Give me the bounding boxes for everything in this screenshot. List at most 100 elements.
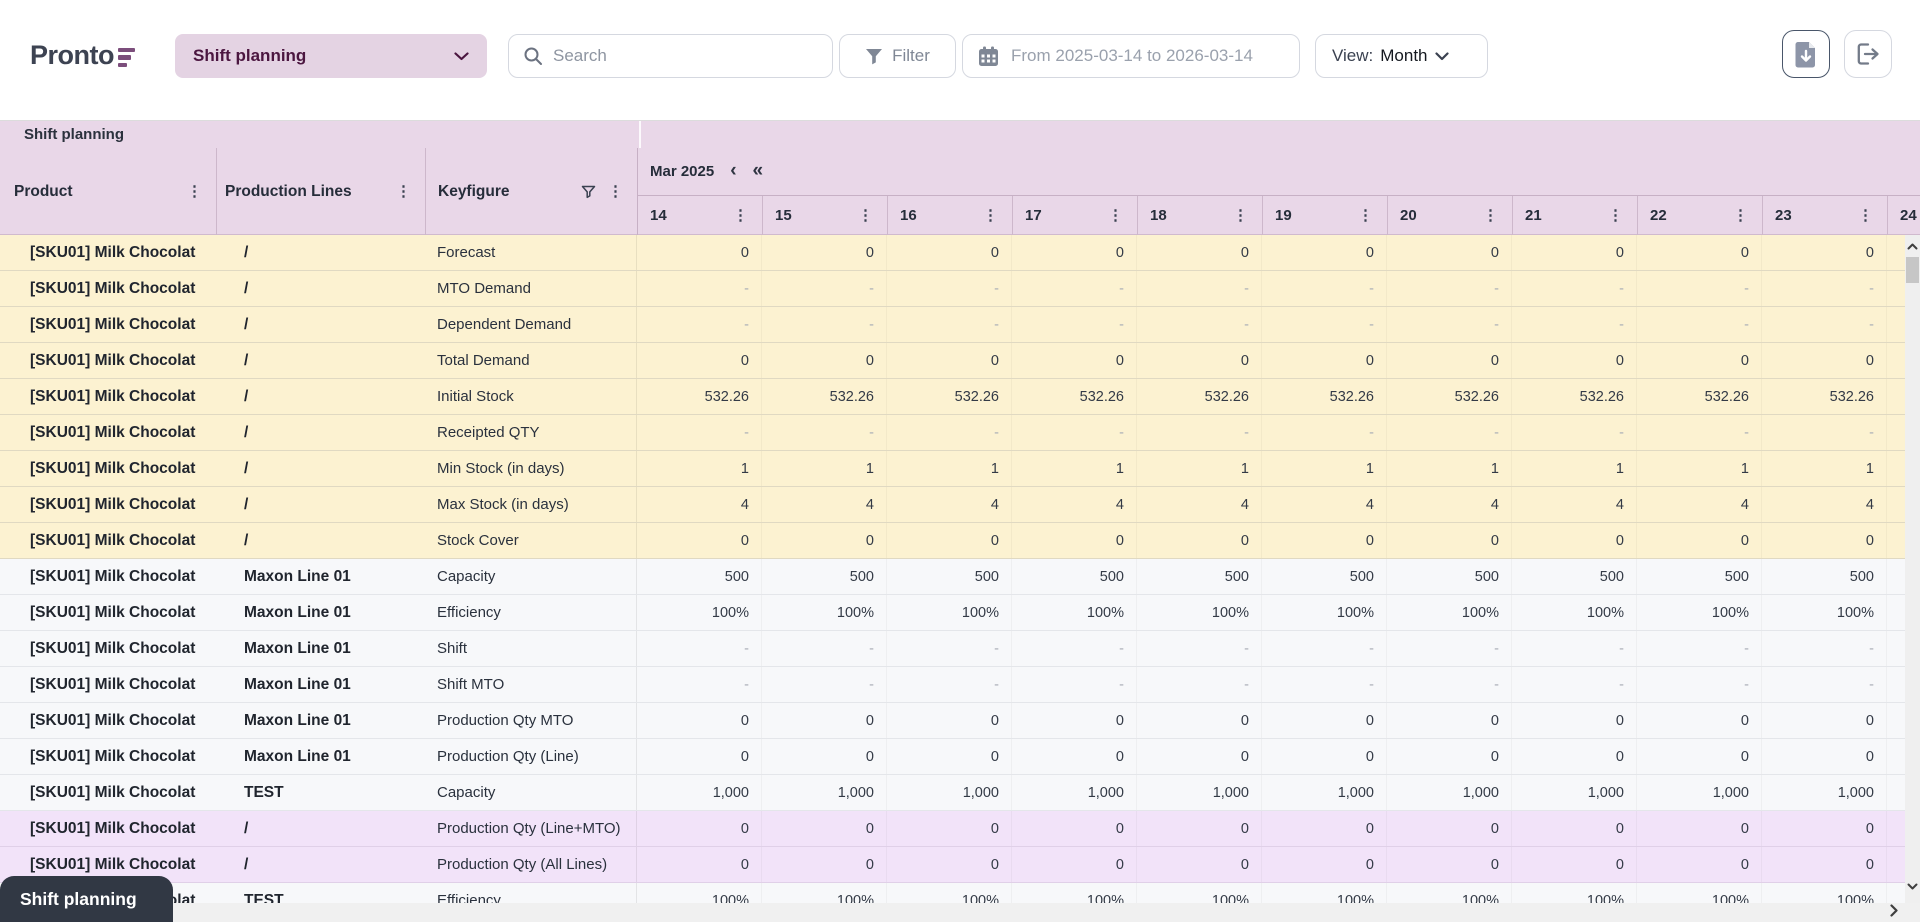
value-cell[interactable]: 0 [1762,703,1887,738]
value-cell[interactable]: 1,000 [1762,775,1887,810]
value-cell[interactable]: 1 [1262,451,1387,486]
value-cell[interactable]: - [1137,307,1262,342]
production-line-cell[interactable]: TEST [216,775,425,810]
value-cell[interactable]: - [887,271,1012,306]
value-cell[interactable]: - [1262,271,1387,306]
value-cell[interactable]: 500 [762,559,887,594]
kebab-menu-icon[interactable]: ⋮ [1608,208,1623,223]
value-cell[interactable]: 100% [1762,883,1887,904]
value-cell[interactable]: 0 [1762,235,1887,270]
value-cell[interactable]: 0 [1262,523,1387,558]
value-cell[interactable]: 1,000 [887,775,1012,810]
value-cell[interactable]: - [887,631,1012,666]
value-cell[interactable]: - [1512,631,1637,666]
value-cell[interactable]: - [1262,307,1387,342]
day-column-header[interactable]: 19 ⋮ [1263,196,1388,235]
value-cell[interactable]: 0 [1512,343,1637,378]
value-cell[interactable]: 0 [762,811,887,846]
scroll-right-icon[interactable] [1890,904,1898,917]
value-cell[interactable]: - [1387,307,1512,342]
production-line-cell[interactable]: / [216,343,425,378]
value-cell[interactable]: 0 [1137,703,1262,738]
value-cell[interactable]: 500 [1137,559,1262,594]
value-cell[interactable]: - [1012,415,1137,450]
value-cell[interactable]: - [637,631,762,666]
value-cell[interactable]: - [1762,271,1887,306]
value-cell[interactable]: 4 [762,487,887,522]
value-cell[interactable]: 100% [1137,883,1262,904]
value-cell[interactable]: - [637,271,762,306]
value-cell[interactable]: - [762,271,887,306]
product-cell[interactable]: [SKU01] Milk Chocolat [0,559,216,594]
product-cell[interactable]: [SKU01] Milk Chocolat [0,631,216,666]
product-cell[interactable]: [SKU01] Milk Chocolat [0,811,216,846]
value-cell[interactable]: 0 [637,523,762,558]
value-cell[interactable]: - [1387,271,1512,306]
value-cell[interactable]: 100% [1637,595,1762,630]
keyfigure-cell[interactable]: Stock Cover [425,523,637,558]
production-line-cell[interactable]: / [216,307,425,342]
product-cell[interactable]: [SKU01] Milk Chocolat [0,343,216,378]
production-line-cell[interactable]: / [216,271,425,306]
value-cell[interactable]: - [1637,667,1762,702]
value-cell[interactable]: 0 [1387,811,1512,846]
scroll-up-icon[interactable] [1905,237,1920,255]
value-cell[interactable]: 0 [1637,523,1762,558]
keyfigure-cell[interactable]: Capacity [425,775,637,810]
value-cell[interactable]: 0 [1512,523,1637,558]
value-cell[interactable]: - [1762,307,1887,342]
production-line-cell[interactable]: Maxon Line 01 [216,667,425,702]
value-cell[interactable]: 0 [637,811,762,846]
value-cell[interactable]: 0 [1012,847,1137,882]
value-cell[interactable]: 4 [1012,487,1137,522]
value-cell[interactable]: 0 [1387,343,1512,378]
vertical-scrollbar[interactable] [1905,235,1920,903]
value-cell[interactable]: - [1512,415,1637,450]
value-cell[interactable]: 532.26 [887,379,1012,414]
value-cell[interactable]: 100% [637,883,762,904]
value-cell[interactable]: 532.26 [1387,379,1512,414]
value-cell[interactable]: 0 [1762,343,1887,378]
production-line-cell[interactable]: / [216,379,425,414]
product-cell[interactable]: [SKU01] Milk Chocolat [0,307,216,342]
keyfigure-cell[interactable]: Min Stock (in days) [425,451,637,486]
value-cell[interactable]: 532.26 [1012,379,1137,414]
value-cell[interactable]: - [1137,271,1262,306]
keyfigure-cell[interactable]: Production Qty (All Lines) [425,847,637,882]
value-cell[interactable]: 0 [1012,811,1137,846]
value-cell[interactable]: 4 [1637,487,1762,522]
production-line-cell[interactable]: Maxon Line 01 [216,595,425,630]
production-line-cell[interactable]: / [216,811,425,846]
production-line-cell[interactable]: Maxon Line 01 [216,631,425,666]
value-cell[interactable]: 0 [887,703,1012,738]
production-line-cell[interactable]: Maxon Line 01 [216,703,425,738]
value-cell[interactable]: 0 [1137,739,1262,774]
logout-button[interactable] [1844,30,1892,78]
search-input[interactable] [553,46,818,66]
day-column-header[interactable]: 18 ⋮ [1138,196,1263,235]
production-line-cell[interactable]: Maxon Line 01 [216,739,425,774]
collapse-left-icon[interactable]: ‹ [730,161,736,180]
value-cell[interactable]: 532.26 [1512,379,1637,414]
value-cell[interactable]: 0 [762,235,887,270]
value-cell[interactable]: 100% [1762,595,1887,630]
kebab-menu-icon[interactable]: ⋮ [1483,208,1498,223]
value-cell[interactable]: - [1012,271,1137,306]
production-line-cell[interactable]: / [216,523,425,558]
value-cell[interactable]: 100% [1387,595,1512,630]
value-cell[interactable]: 0 [1512,703,1637,738]
value-cell[interactable]: 532.26 [1137,379,1262,414]
product-cell[interactable]: [SKU01] Milk Chocolat [0,451,216,486]
keyfigure-cell[interactable]: MTO Demand [425,271,637,306]
keyfigure-cell[interactable]: Production Qty MTO [425,703,637,738]
keyfigure-cell[interactable]: Production Qty (Line) [425,739,637,774]
value-cell[interactable]: - [637,307,762,342]
value-cell[interactable]: - [1762,667,1887,702]
value-cell[interactable]: 0 [637,703,762,738]
value-cell[interactable]: 100% [1637,883,1762,904]
value-cell[interactable]: - [1012,631,1137,666]
value-cell[interactable]: 0 [887,739,1012,774]
collapse-all-left-icon[interactable]: « [753,161,764,180]
keyfigure-cell[interactable]: Capacity [425,559,637,594]
value-cell[interactable]: 100% [762,883,887,904]
